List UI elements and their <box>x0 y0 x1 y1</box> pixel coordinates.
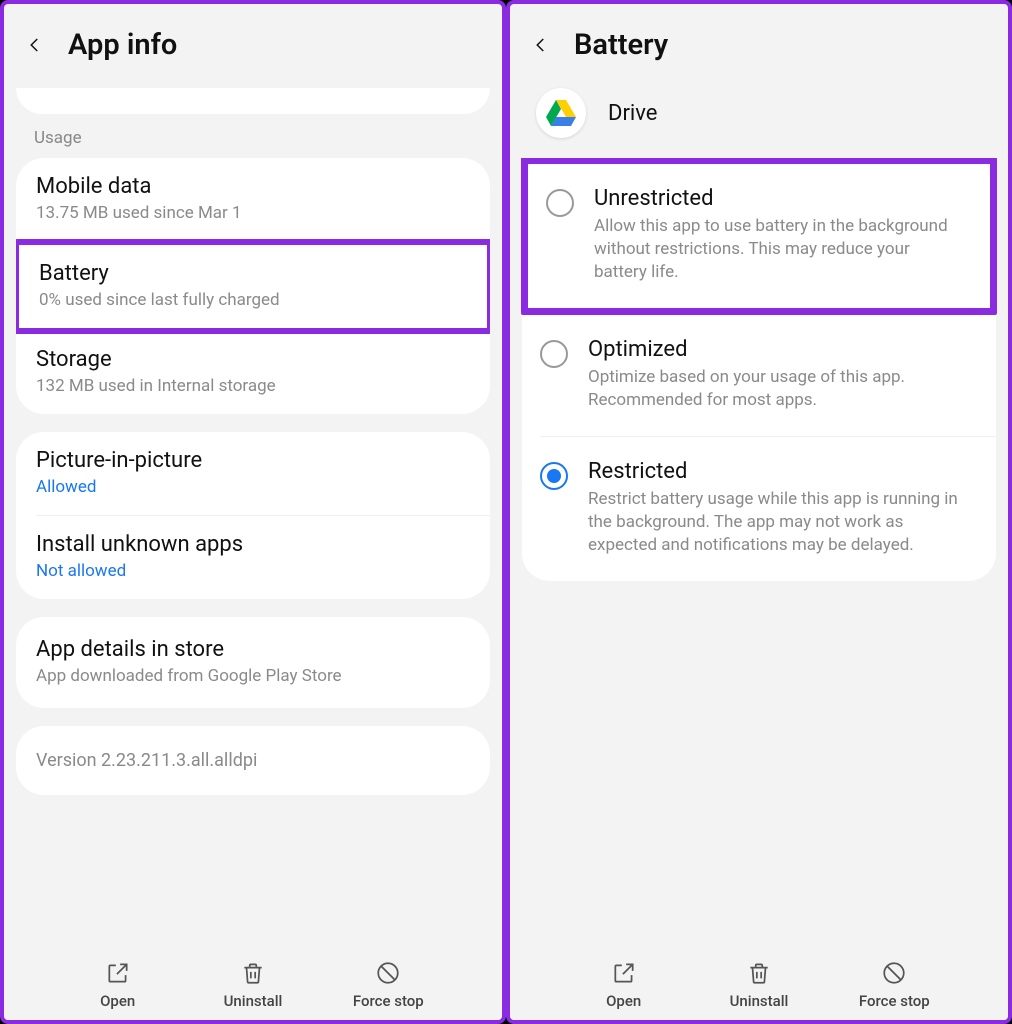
stop-icon <box>375 960 401 986</box>
row-battery[interactable]: Battery 0% used since last fully charged <box>19 245 487 328</box>
details-card: App details in store App downloaded from… <box>16 617 490 708</box>
section-label-usage: Usage <box>16 120 490 158</box>
open-button[interactable]: Open <box>576 960 672 1010</box>
row-pip[interactable]: Picture-in-picture Allowed <box>16 432 490 515</box>
settings-card: Picture-in-picture Allowed Install unkno… <box>16 432 490 599</box>
row-sub: 132 MB used in Internal storage <box>36 376 470 396</box>
radio-icon-selected[interactable] <box>540 462 568 490</box>
force-stop-button[interactable]: Force stop <box>340 960 436 1010</box>
back-icon[interactable] <box>26 36 44 54</box>
option-unrestricted[interactable]: Unrestricted Allow this app to use batte… <box>528 164 990 308</box>
app-row: Drive <box>510 88 1008 158</box>
uninstall-label: Uninstall <box>730 992 789 1010</box>
trash-icon <box>240 960 266 986</box>
highlight-battery: Battery 0% used since last fully charged <box>16 239 490 334</box>
row-sub: Not allowed <box>36 561 470 581</box>
open-icon <box>611 960 637 986</box>
radio-icon[interactable] <box>540 340 568 368</box>
open-icon <box>105 960 131 986</box>
usage-card: Mobile data 13.75 MB used since Mar 1 Ba… <box>16 158 490 414</box>
force-stop-label: Force stop <box>859 992 930 1010</box>
open-label: Open <box>606 992 641 1010</box>
row-sub: 13.75 MB used since Mar 1 <box>36 203 470 223</box>
battery-options-card: Unrestricted Allow this app to use batte… <box>522 158 996 581</box>
drive-logo-icon <box>546 100 576 126</box>
bottom-bar: Open Uninstall Force stop <box>510 956 1008 1020</box>
page-title: App info <box>68 28 177 62</box>
option-desc: Restrict battery usage while this app is… <box>588 488 970 557</box>
header: App info <box>4 4 502 88</box>
highlight-unrestricted: Unrestricted Allow this app to use batte… <box>521 158 997 315</box>
drive-app-icon <box>536 88 586 138</box>
row-app-details[interactable]: App details in store App downloaded from… <box>16 621 490 704</box>
back-icon[interactable] <box>532 36 550 54</box>
row-title: Install unknown apps <box>36 532 470 557</box>
row-sub: Allowed <box>36 477 470 497</box>
version-card: Version 2.23.211.3.all.alldpi <box>16 726 490 795</box>
row-unknown-apps[interactable]: Install unknown apps Not allowed <box>16 516 490 599</box>
row-title: Battery <box>39 261 467 286</box>
force-stop-button[interactable]: Force stop <box>846 960 942 1010</box>
app-name: Drive <box>608 101 657 126</box>
option-optimized[interactable]: Optimized Optimize based on your usage o… <box>522 315 996 436</box>
battery-screen: Battery Drive Unrestricted Allow this ap… <box>506 0 1012 1024</box>
row-title: App details in store <box>36 637 470 662</box>
option-desc: Optimize based on your usage of this app… <box>588 366 970 412</box>
card-peek <box>16 88 490 114</box>
option-title: Optimized <box>588 337 970 362</box>
bottom-bar: Open Uninstall Force stop <box>4 956 502 1020</box>
option-restricted[interactable]: Restricted Restrict battery usage while … <box>522 437 996 581</box>
option-title: Unrestricted <box>594 186 964 211</box>
row-sub: App downloaded from Google Play Store <box>36 666 470 686</box>
stop-icon <box>881 960 907 986</box>
force-stop-label: Force stop <box>353 992 424 1010</box>
open-label: Open <box>100 992 135 1010</box>
row-sub: 0% used since last fully charged <box>39 290 467 310</box>
row-storage[interactable]: Storage 132 MB used in Internal storage <box>16 331 490 414</box>
radio-icon[interactable] <box>546 189 574 217</box>
option-title: Restricted <box>588 459 970 484</box>
uninstall-label: Uninstall <box>224 992 283 1010</box>
uninstall-button[interactable]: Uninstall <box>711 960 807 1010</box>
version-text: Version 2.23.211.3.all.alldpi <box>16 726 490 795</box>
page-title: Battery <box>574 28 668 62</box>
row-title: Picture-in-picture <box>36 448 470 473</box>
row-mobile-data[interactable]: Mobile data 13.75 MB used since Mar 1 <box>16 158 490 241</box>
row-title: Mobile data <box>36 174 470 199</box>
option-desc: Allow this app to use battery in the bac… <box>594 215 964 284</box>
row-title: Storage <box>36 347 470 372</box>
open-button[interactable]: Open <box>70 960 166 1010</box>
trash-icon <box>746 960 772 986</box>
uninstall-button[interactable]: Uninstall <box>205 960 301 1010</box>
app-info-screen: App info Usage Mobile data 13.75 MB used… <box>0 0 506 1024</box>
header: Battery <box>510 4 1008 88</box>
